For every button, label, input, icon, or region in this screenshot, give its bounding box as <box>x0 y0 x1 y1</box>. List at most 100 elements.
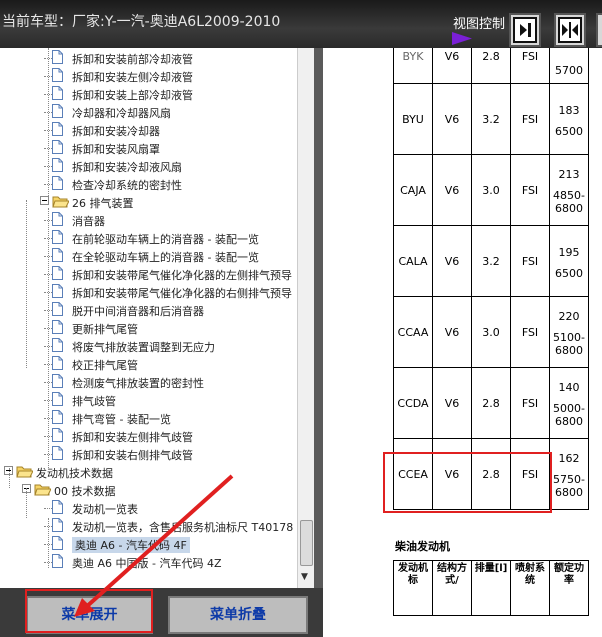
scroll-down-arrow-icon[interactable]: ▼ <box>301 572 308 582</box>
panel-splitter[interactable] <box>314 48 323 588</box>
tree-node-label: 拆卸和安装风扇罩 <box>72 143 160 156</box>
tree-node-label: 拆卸和安装带尾气催化净化器的左侧排气预导 <box>72 269 292 282</box>
tree-node-label: 冷却器和冷却器风扇 <box>72 107 171 120</box>
tree-leaf-node[interactable]: 拆卸和安装上部冷却液管 <box>0 85 300 103</box>
tree-leaf-node[interactable]: 将废气排放装置调整到无应力 <box>0 337 300 355</box>
tree-node-label: 00 技术数据 <box>54 485 116 498</box>
engine-power-value: 162 <box>558 452 580 465</box>
current-model-title: 当前车型：厂家:Y-一汽-奥迪A6L2009-2010 <box>2 14 281 30</box>
tree-leaf-node[interactable]: 拆卸和安装前部冷却液管 <box>0 49 300 67</box>
engine-rpm-value: 5100-6800 <box>553 331 585 357</box>
tree-leaf-node[interactable]: 拆卸和安装冷却液风扇 <box>0 157 300 175</box>
tree-node-label: 在全轮驱动车辆上的消音器 - 装配一览 <box>72 251 259 264</box>
tree-node-label: 脱开中间消音器和后消音器 <box>72 305 204 318</box>
diesel-engine-title: 柴油发动机 <box>395 540 450 553</box>
engine-rpm-value: 6500 <box>555 266 583 280</box>
engine-cyl-cell: V6 <box>432 154 472 226</box>
document-icon <box>52 104 63 118</box>
diesel-header-cell: 喷射系统 <box>510 560 550 616</box>
tree-node-label: 奥迪 A6 - 汽车代码 4F <box>72 537 190 553</box>
document-icon <box>52 374 63 388</box>
engine-inj-cell: FSI <box>510 83 550 155</box>
document-icon <box>52 248 63 262</box>
tree-node-label: 拆卸和安装前部冷却液管 <box>72 53 193 66</box>
tree-guide-line <box>48 48 49 200</box>
document-icon <box>52 320 63 334</box>
tree-node-label: 在前轮驱动车辆上的消音器 - 装配一览 <box>72 233 259 246</box>
engine-disp-cell: 2.8 <box>471 367 511 439</box>
diesel-header-cell: 额定功率 <box>549 560 589 616</box>
document-icon <box>52 266 63 280</box>
tree-scrollbar[interactable]: ▼ <box>297 48 314 588</box>
tree-leaf-node[interactable]: 消音器 <box>0 211 300 229</box>
tree-leaf-node[interactable]: 发动机一览表 <box>0 499 300 517</box>
tree-leaf-node[interactable]: 脱开中间消音器和后消音器 <box>0 301 300 319</box>
tree-leaf-node[interactable]: 发动机一览表，含售后服务机油标尺 T40178 <box>0 517 300 535</box>
engine-power-cell: 213 4850-6800 <box>549 154 589 226</box>
engine-rpm-value: 5000-6800 <box>553 402 585 428</box>
tree-node-label: 拆卸和安装右侧排气歧管 <box>72 449 193 462</box>
view-extra-button[interactable] <box>596 13 602 47</box>
document-icon <box>52 50 63 64</box>
document-icon <box>52 392 63 406</box>
tree-folder-node[interactable]: 发动机技术数据 <box>0 463 300 481</box>
view-split-button[interactable] <box>554 13 586 47</box>
document-icon <box>52 230 63 244</box>
engine-rpm-value: 6500 <box>555 124 583 138</box>
engine-cyl-cell: V6 <box>432 48 472 84</box>
tree-folder-node[interactable]: 26 排气装置 <box>0 193 300 211</box>
tree-leaf-node[interactable]: 在全轮驱动车辆上的消音器 - 装配一览 <box>0 247 300 265</box>
tree-leaf-node[interactable]: 检测废气排放装置的密封性 <box>0 373 300 391</box>
tree-leaf-node[interactable]: 排气弯管 - 装配一览 <box>0 409 300 427</box>
engine-power-cell: 220 5100-6800 <box>549 296 589 368</box>
tree-leaf-node[interactable]: 更新排气尾管 <box>0 319 300 337</box>
document-icon <box>52 158 63 172</box>
tree-node-label: 将废气排放装置调整到无应力 <box>72 341 215 354</box>
view-expand-right-button[interactable] <box>509 13 541 47</box>
engine-row: BYU V6 3.2 FSI 183 6500 <box>393 83 589 155</box>
tree-node-label: 检测废气排放装置的密封性 <box>72 377 204 390</box>
tree-leaf-node[interactable]: 排气歧管 <box>0 391 300 409</box>
tree-leaf-node[interactable]: 校正排气尾管 <box>0 355 300 373</box>
folder-open-icon <box>16 466 33 478</box>
tree-node-label: 拆卸和安装左侧排气歧管 <box>72 431 193 444</box>
tree-node-label: 拆卸和安装冷却器 <box>72 125 160 138</box>
diesel-header-cell: 结构方式/ <box>432 560 472 616</box>
tree-leaf-node[interactable]: 检查冷却系统的密封性 <box>0 175 300 193</box>
tree-folder-node[interactable]: 00 技术数据 <box>0 481 300 499</box>
engine-row: CALA V6 3.2 FSI 195 6500 <box>393 225 589 297</box>
tree-node-label: 拆卸和安装带尾气催化净化器的右侧排气预导 <box>72 287 292 300</box>
tree-leaf-node[interactable]: 拆卸和安装带尾气催化净化器的右侧排气预导 <box>0 283 300 301</box>
tree-leaf-node[interactable]: 奥迪 A6 中国版 - 汽车代码 4Z <box>0 553 300 571</box>
scroll-thumb[interactable] <box>300 520 313 566</box>
tree-leaf-node[interactable]: 拆卸和安装左侧冷却液管 <box>0 67 300 85</box>
tree-leaf-node[interactable]: 拆卸和安装左侧排气歧管 <box>0 427 300 445</box>
engine-power-value: 213 <box>558 168 580 181</box>
engine-rpm-value: 5750-6800 <box>553 473 585 499</box>
tree-leaf-node[interactable]: 拆卸和安装风扇罩 <box>0 139 300 157</box>
tree-leaf-node[interactable]: 冷却器和冷却器风扇 <box>0 103 300 121</box>
triangle-pointer-icon <box>452 32 472 45</box>
engine-power-cell: 140 5000-6800 <box>549 367 589 439</box>
tree-node-label: 检查冷却系统的密封性 <box>72 179 182 192</box>
tree-leaf-node[interactable]: 拆卸和安装右侧排气歧管 <box>0 445 300 463</box>
engine-rpm-value: 4850-6800 <box>553 189 585 215</box>
engine-disp-cell: 3.0 <box>471 154 511 226</box>
engine-power-cell: 195 6500 <box>549 225 589 297</box>
document-icon <box>52 284 63 298</box>
document-icon <box>52 140 63 154</box>
tree-leaf-node[interactable]: 奥迪 A6 - 汽车代码 4F <box>0 535 300 553</box>
engine-row: CCAA V6 3.0 FSI 220 5100-6800 <box>393 296 589 368</box>
engine-cyl-cell: V6 <box>432 296 472 368</box>
folder-open-icon <box>52 196 69 208</box>
document-icon <box>52 536 63 550</box>
document-icon <box>52 122 63 136</box>
tree-leaf-node[interactable]: 在前轮驱动车辆上的消音器 - 装配一览 <box>0 229 300 247</box>
tree-node-label: 发动机一览表，含售后服务机油标尺 T40178 <box>72 521 294 534</box>
document-icon <box>52 338 63 352</box>
tree-node-label: 消音器 <box>72 215 105 228</box>
tree-guide-line <box>48 518 49 568</box>
menu-collapse-button[interactable]: 菜单折叠 <box>168 596 308 634</box>
tree-leaf-node[interactable]: 拆卸和安装带尾气催化净化器的左侧排气预导 <box>0 265 300 283</box>
tree-leaf-node[interactable]: 拆卸和安装冷却器 <box>0 121 300 139</box>
